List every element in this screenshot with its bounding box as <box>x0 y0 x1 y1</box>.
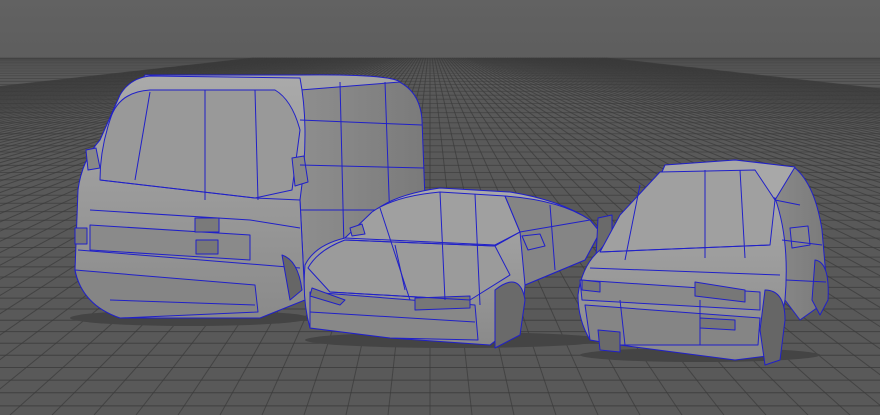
viewport-scene[interactable] <box>0 0 880 415</box>
3d-viewport[interactable] <box>0 0 880 415</box>
